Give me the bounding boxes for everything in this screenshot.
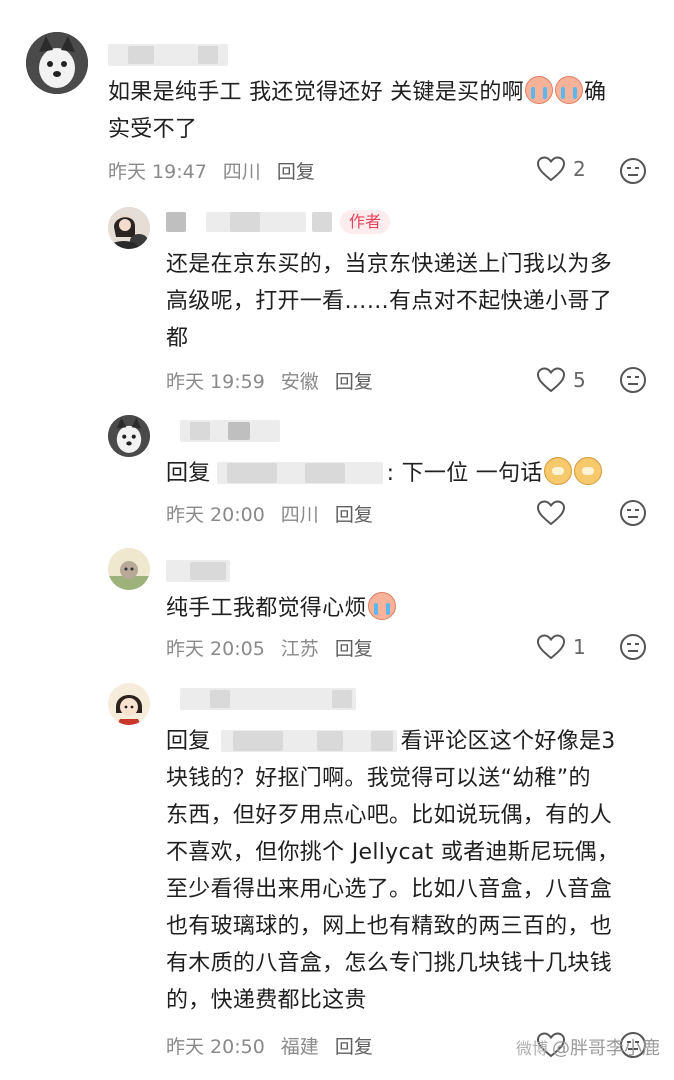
comment-text: 回复 看评论区这个好像是3 块钱的？好抠门啊。我觉得可以送“幼稚”的 东西，但好…	[166, 729, 620, 1013]
location: 安徽	[280, 371, 319, 393]
cry-emoji-icon	[367, 592, 396, 620]
avatar-cartoon[interactable]	[108, 548, 150, 590]
author-avatar-image	[108, 207, 150, 249]
like-count: 2	[573, 157, 586, 181]
like-button[interactable]: 2	[536, 155, 586, 183]
location: 福建	[280, 1036, 319, 1058]
cry-emoji-icon	[555, 76, 583, 104]
heart-outline-icon	[536, 500, 566, 526]
reply-button[interactable]: 回复	[335, 1036, 373, 1058]
username-blurred[interactable]	[108, 44, 238, 68]
username-blurred[interactable]	[166, 212, 336, 236]
location: 四川	[222, 161, 261, 183]
meh-face-icon[interactable]	[619, 633, 647, 661]
reply-target-username-blurred[interactable]	[211, 462, 387, 484]
reply-button[interactable]: 回复	[277, 161, 315, 183]
comment-meta: 昨天 19:59 安徽 回复	[166, 367, 389, 394]
reply-button[interactable]: 回复	[335, 504, 373, 526]
timestamp: 昨天 20:00	[166, 504, 265, 526]
avatar-husky[interactable]	[108, 415, 150, 457]
anime-girl-avatar-image	[108, 683, 150, 725]
comment-text: 回复 : 下一位 一句话	[166, 455, 656, 492]
cartoon-avatar-image	[108, 548, 150, 590]
comment-text: 纯手工我都觉得心烦	[166, 590, 656, 627]
author-badge: 作者	[340, 210, 391, 234]
meh-face-icon[interactable]	[619, 366, 647, 394]
location: 江苏	[280, 638, 319, 660]
username-blurred[interactable]	[166, 420, 296, 444]
reply-button[interactable]: 回复	[335, 371, 373, 393]
timestamp: 昨天 19:59	[166, 371, 265, 393]
avatar-husky[interactable]	[26, 32, 88, 94]
comment-meta: 昨天 19:47 四川 回复	[108, 157, 331, 184]
watermark-text: @胖哥李小鹿	[552, 1038, 660, 1059]
heart-outline-icon	[536, 367, 566, 393]
like-count: 1	[573, 635, 586, 659]
timestamp: 昨天 20:50	[166, 1036, 265, 1058]
location: 四川	[280, 504, 319, 526]
comment-meta: 昨天 20:05 江苏 回复	[166, 634, 389, 661]
heart-outline-icon	[536, 634, 566, 660]
watermark: 微博 @胖哥李小鹿	[516, 1034, 660, 1060]
weibo-logo-icon: 微博	[515, 1039, 548, 1058]
username-blurred[interactable]	[166, 688, 356, 712]
monkey-emoji-icon	[543, 457, 572, 485]
username-blurred[interactable]	[166, 560, 246, 584]
cry-emoji-icon	[525, 76, 553, 104]
timestamp: 昨天 20:05	[166, 638, 265, 660]
like-count: 5	[573, 368, 586, 392]
reply-button[interactable]: 回复	[335, 638, 373, 660]
husky-avatar-image	[108, 415, 150, 457]
comment-meta: 昨天 20:00 四川 回复	[166, 500, 389, 527]
reply-target-username-blurred[interactable]	[211, 730, 401, 752]
husky-avatar-image	[26, 32, 88, 94]
avatar-author[interactable]	[108, 207, 150, 249]
meh-face-icon[interactable]	[619, 157, 647, 185]
comment-meta: 昨天 20:50 福建 回复	[166, 1032, 389, 1059]
like-button[interactable]	[536, 499, 573, 527]
timestamp: 昨天 19:47	[108, 161, 207, 183]
comment-text: 如果是纯手工 我还觉得还好 关键是买的啊确 实受不了	[108, 74, 648, 148]
monkey-emoji-icon	[573, 457, 602, 485]
meh-face-icon[interactable]	[619, 499, 647, 527]
comment-text: 还是在京东买的，当京东快递送上门我以为多 高级呢，打开一看……有点对不起快递小哥…	[166, 252, 613, 351]
like-button[interactable]: 1	[536, 633, 586, 661]
heart-outline-icon	[536, 156, 566, 182]
like-button[interactable]: 5	[536, 366, 586, 394]
avatar-anime-girl[interactable]	[108, 683, 150, 725]
